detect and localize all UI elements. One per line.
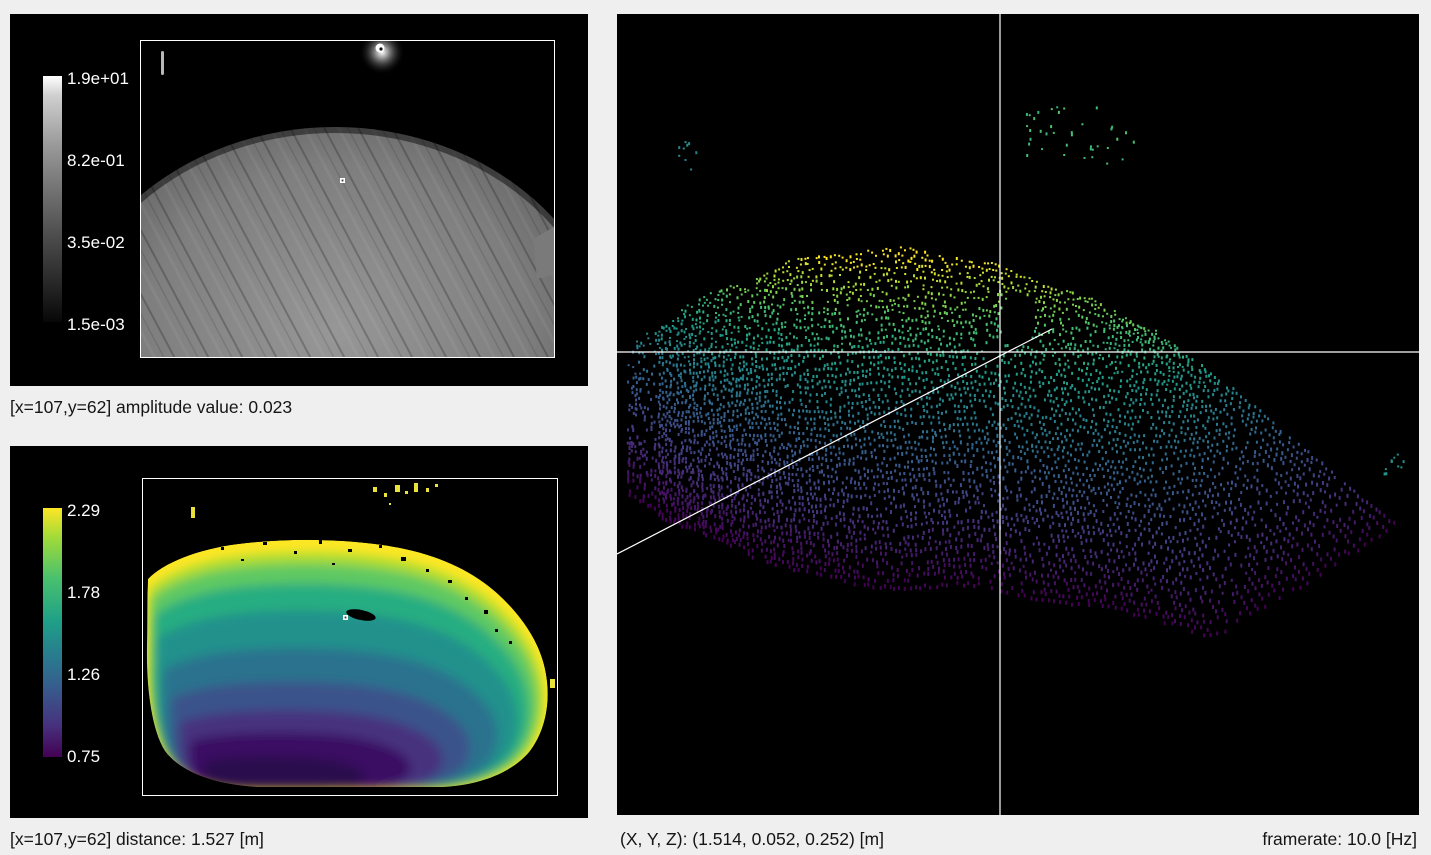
- pixel-cursor-marker: [340, 178, 345, 183]
- distance-status: [x=107,y=62] distance: 1.527 [m]: [10, 829, 264, 849]
- amplitude-colorbar-tick: 3.5e-02: [67, 233, 125, 252]
- noise-streak: [161, 51, 164, 75]
- distance-colorbar-tick: 2.29: [67, 501, 101, 520]
- amplitude-status: [x=107,y=62] amplitude value: 0.023: [10, 397, 293, 417]
- amplitude-colorbar-tick: 1.9e+01: [67, 69, 129, 88]
- distance-colorbar-tick: 0.75: [67, 747, 101, 766]
- distance-colorbar-tick: 1.78: [67, 583, 101, 602]
- pointcloud-xyz-status: (X, Y, Z): (1.514, 0.052, 0.252) [m]: [620, 829, 884, 849]
- amplitude-colorbar-tick: 8.2e-01: [67, 151, 125, 170]
- distance-colorbar: [43, 508, 62, 757]
- distance-colorbar-tick: 1.26: [67, 665, 101, 684]
- amplitude-panel: 1.9e+01 8.2e-01 3.5e-02 1.5e-03: [10, 14, 588, 386]
- distance-panel: 2.29 1.78 1.26 0.75: [10, 446, 588, 818]
- pointcloud-canvas[interactable]: [617, 14, 1419, 815]
- amplitude-colorbar: [43, 76, 62, 322]
- tof-viewer-window: 1.9e+01 8.2e-01 3.5e-02 1.5e-03 [x=107,y…: [0, 0, 1431, 855]
- amplitude-colorbar-tick: 1.5e-03: [67, 315, 125, 334]
- pointcloud-dots: [626, 106, 1405, 638]
- framerate-status: framerate: 10.0 [Hz]: [1262, 829, 1417, 849]
- amplitude-image[interactable]: [140, 40, 555, 358]
- pointcloud-panel[interactable]: [617, 14, 1419, 815]
- distance-image[interactable]: [142, 478, 558, 796]
- pixel-cursor-marker: [343, 615, 348, 620]
